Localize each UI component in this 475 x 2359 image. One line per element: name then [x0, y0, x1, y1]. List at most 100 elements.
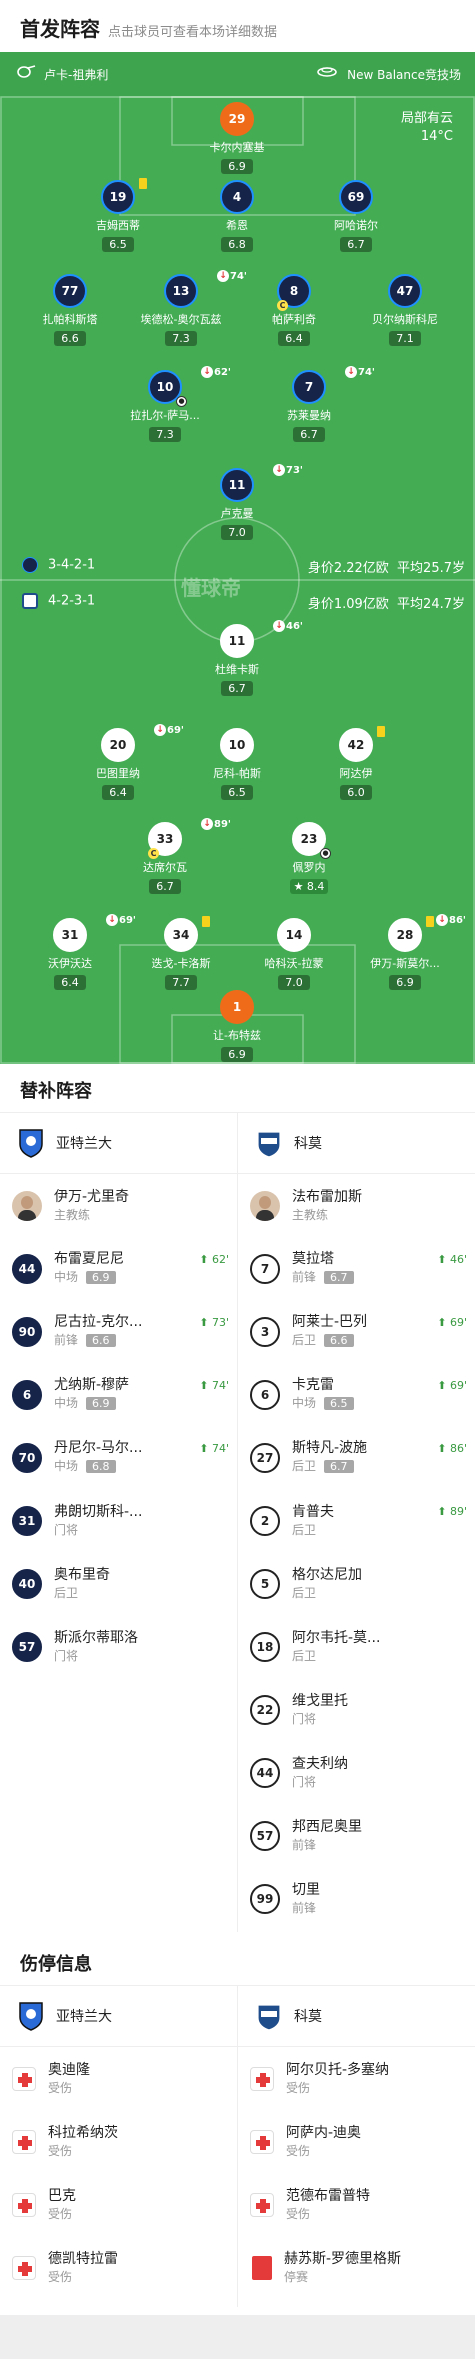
injury-row[interactable]: 阿尔贝托-多塞纳 受伤 — [238, 2047, 475, 2110]
sub-off-icon: ↓ 69' — [154, 724, 184, 736]
sub-player-row[interactable]: 44 查夫利纳 门将 — [238, 1741, 475, 1804]
injury-row[interactable]: 赫苏斯-罗德里格斯 停赛 — [238, 2236, 475, 2299]
sub-player-row[interactable]: 57 邦西尼奥里 前锋 — [238, 1804, 475, 1867]
sub-player-row[interactable]: 31 弗朗切斯科-... 门将 — [0, 1489, 237, 1552]
sub-player-row[interactable]: 40 奥布里奇 后卫 — [0, 1552, 237, 1615]
injury-icon — [12, 2255, 36, 2280]
player-home-am-right[interactable]: 7 ↓ 74' 苏莱曼纳 6.7 — [264, 366, 375, 442]
sub-in-icon: ⬆ 74' — [199, 1442, 229, 1455]
player-home-def-left[interactable]: 19 吉姆西蒂 6.5 — [73, 178, 163, 252]
sub-player-row[interactable]: 22 维戈里托 门将 — [238, 1678, 475, 1741]
player-away-dm-right[interactable]: 23 ● 佩罗内 ★ 8.4 — [264, 822, 354, 894]
jersey-number: 3 — [250, 1316, 280, 1347]
away-value: 身价1.09亿欧 — [307, 597, 389, 612]
player-position: 门将 — [292, 1711, 317, 1726]
home-injuries: 亚特兰大 奥迪隆 受伤 科拉希纳茨 受伤 巴克 受伤 德凯特拉雷 受伤 — [0, 1985, 237, 2299]
sub-player-row[interactable]: 70 丹尼尔-马尔... 中场 6.8 ⬆ 74' — [0, 1426, 237, 1489]
goal-ball-icon: ● — [176, 396, 187, 407]
player-away-am-right[interactable]: 42 阿达伊 6.0 — [311, 726, 401, 800]
coach-row[interactable]: 法布雷加斯 主教练 — [238, 1174, 475, 1237]
player-away-def-4[interactable]: 28 ↓ 86' 伊万-斯莫尔... 6.9 — [360, 914, 466, 990]
sub-player-row[interactable]: 18 阿尔韦托-莫... 后卫 — [238, 1615, 475, 1678]
player-name: 斯特凡-波施 — [292, 1440, 368, 1456]
player-home-def-right[interactable]: 69 阿哈诺尔 6.7 — [311, 180, 401, 252]
player-name: 卡克雷 — [292, 1377, 334, 1393]
injury-row[interactable]: 奥迪隆 受伤 — [0, 2047, 237, 2110]
player-name: 巴克 — [48, 2187, 76, 2204]
injury-row[interactable]: 范德布雷普特 受伤 — [238, 2173, 475, 2236]
player-home-am-left[interactable]: 10 ↓ 62' ● 拉扎尔-萨马... 7.3 — [120, 366, 231, 442]
player-away-am-left[interactable]: 20 ↓ 69' 巴图里纳 6.4 — [73, 724, 184, 800]
player-name: 布雷夏尼尼 — [54, 1251, 124, 1267]
watermark: 懂球帝 — [181, 576, 241, 600]
sub-player-row[interactable]: 90 尼古拉-克尔... 前锋 6.6 ⬆ 73' — [0, 1300, 237, 1363]
player-home-st[interactable]: 11 ↓ 73' 卢克曼 7.0 — [192, 464, 303, 540]
jersey-number: 44 — [250, 1757, 280, 1788]
player-home-mid-1[interactable]: 77 扎帕科斯塔 6.6 — [25, 274, 115, 346]
player-position: 前锋 — [292, 1837, 317, 1852]
home-team-icon — [22, 557, 38, 573]
injury-row[interactable]: 科拉希纳茨 受伤 — [0, 2110, 237, 2173]
sub-in-icon: ⬆ 69' — [437, 1379, 467, 1392]
away-injuries: 科莫 阿尔贝托-多塞纳 受伤 阿萨内-迪奥 受伤 范德布雷普特 受伤 赫苏斯-罗德里格斯 停赛 — [238, 1985, 475, 2299]
player-away-st[interactable]: 11 ↓ 46' 杜维卡斯 6.7 — [192, 620, 303, 696]
sub-player-row[interactable]: 99 切里 前锋 — [238, 1867, 475, 1930]
sub-player-row[interactable]: 7 莫拉塔 前锋 6.7 ⬆ 46' — [238, 1237, 475, 1300]
player-name: 丹尼尔-马尔... — [54, 1440, 143, 1456]
player-away-def-1[interactable]: 31 ↓ 69' 沃伊沃达 6.4 — [25, 914, 136, 990]
injury-icon — [12, 2192, 36, 2217]
sub-player-row[interactable]: 5 格尔达尼加 后卫 — [238, 1552, 475, 1615]
injury-status: 受伤 — [286, 2206, 311, 2221]
rating-badge: 6.9 — [86, 1397, 116, 1410]
player-away-def-3[interactable]: 14 哈科沃-拉蒙 7.0 — [249, 918, 339, 990]
sub-player-row[interactable]: 2 肯普夫 后卫 ⬆ 89' — [238, 1489, 475, 1552]
player-away-am-center[interactable]: 10 尼科-帕斯 6.5 — [192, 728, 282, 800]
player-name: 莫拉塔 — [292, 1251, 334, 1267]
player-away-dm-left[interactable]: 33 ↓ 89' C 达席尔瓦 6.7 — [120, 818, 231, 894]
footer-spacer — [0, 2315, 475, 2359]
rating-badge: 6.7 — [324, 1460, 354, 1473]
player-name: 维戈里托 — [292, 1692, 348, 1709]
injury-status: 停赛 — [284, 2269, 309, 2284]
sub-player-row[interactable]: 3 阿莱士-巴列 后卫 6.6 ⬆ 69' — [238, 1300, 475, 1363]
player-away-gk[interactable]: 1 让-布特兹 6.9 — [192, 990, 282, 1062]
player-position: 后卫 — [54, 1585, 79, 1600]
player-position: 中场 — [54, 1270, 79, 1284]
injury-icon — [250, 2066, 274, 2091]
player-away-def-2[interactable]: 34 迭戈-卡洛斯 7.7 — [136, 916, 226, 990]
jersey-number: 5 — [250, 1568, 280, 1599]
rating-badge: 6.6 — [86, 1334, 116, 1347]
jersey-number: 18 — [250, 1631, 280, 1662]
yellow-card-icon — [139, 178, 147, 189]
sub-player-row[interactable]: 44 布雷夏尼尼 中场 6.9 ⬆ 62' — [0, 1237, 237, 1300]
section-subtitle: 点击球员可查看本场详细数据 — [108, 25, 278, 40]
sub-player-row[interactable]: 6 卡克雷 中场 6.5 ⬆ 69' — [238, 1363, 475, 1426]
sub-in-icon: ⬆ 74' — [199, 1379, 229, 1392]
player-name: 尤纳斯-穆萨 — [54, 1377, 130, 1393]
como-logo-icon — [257, 2003, 281, 2031]
home-age: 平均25.7岁 — [397, 561, 465, 576]
coach-row[interactable]: 伊万-尤里奇 主教练 — [0, 1174, 237, 1237]
como-logo-icon — [257, 1130, 281, 1158]
injury-icon — [250, 2192, 274, 2217]
player-home-mid-3[interactable]: 8 C 帕萨利奇 6.4 — [249, 274, 339, 346]
sub-player-row[interactable]: 27 斯特凡-波施 后卫 6.7 ⬆ 86' — [238, 1426, 475, 1489]
injury-row[interactable]: 巴克 受伤 — [0, 2173, 237, 2236]
player-home-def-center[interactable]: 4 希恩 6.8 — [192, 180, 282, 252]
captain-icon: C — [148, 848, 159, 859]
player-name: 弗朗切斯科-... — [54, 1503, 143, 1520]
player-name: 伊万-尤里奇 — [54, 1188, 130, 1205]
player-name: 肯普夫 — [292, 1503, 334, 1520]
injury-status: 受伤 — [48, 2269, 73, 2284]
player-home-mid-2[interactable]: 13 ↓ 74' 埃德松-奥尔瓦兹 7.3 — [136, 270, 247, 346]
sub-player-row[interactable]: 6 尤纳斯-穆萨 中场 6.9 ⬆ 74' — [0, 1363, 237, 1426]
player-home-mid-4[interactable]: 47 贝尔纳斯科尼 7.1 — [360, 274, 450, 346]
injury-row[interactable]: 德凯特拉雷 受伤 — [0, 2236, 237, 2299]
player-position: 后卫 — [292, 1585, 317, 1600]
away-team-row: 科莫 — [238, 1985, 475, 2047]
player-home-gk[interactable]: 29 卡尔内塞基 6.9 — [192, 102, 282, 174]
sub-off-icon: ↓ 46' — [273, 620, 303, 632]
sub-in-icon: ⬆ 62' — [199, 1253, 229, 1266]
sub-player-row[interactable]: 57 斯派尔蒂耶洛 门将 — [0, 1615, 237, 1678]
injury-row[interactable]: 阿萨内-迪奥 受伤 — [238, 2110, 475, 2173]
